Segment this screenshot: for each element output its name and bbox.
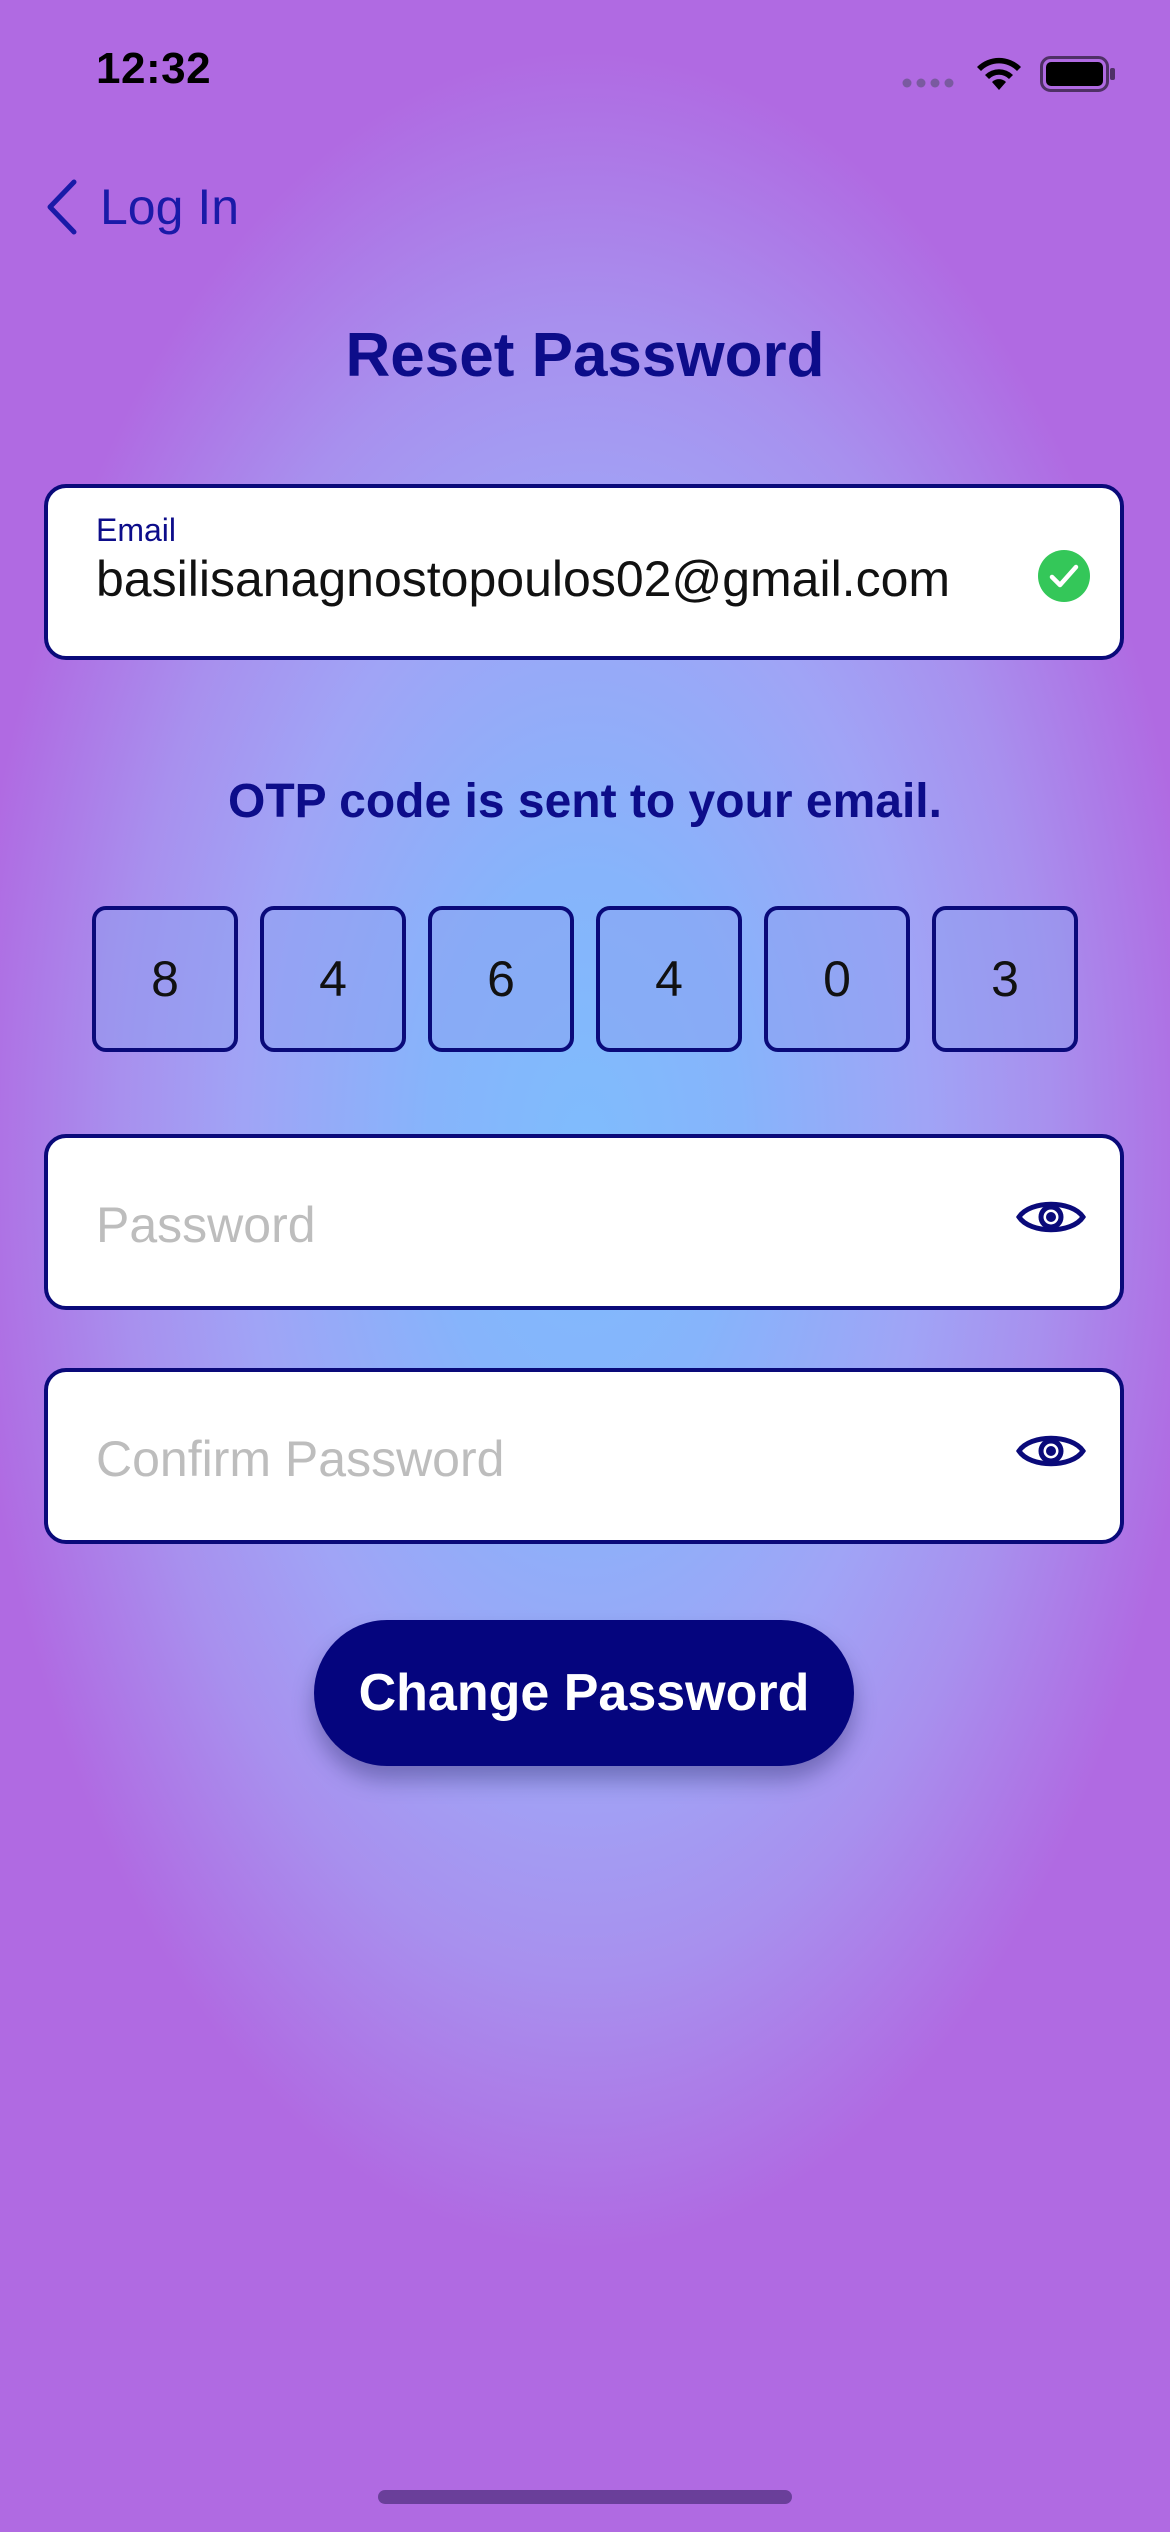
email-field[interactable]: Email basilisanagnostopoulos02@gmail.com xyxy=(44,484,1124,660)
otp-message: OTP code is sent to your email. xyxy=(228,775,942,828)
otp-digit-6[interactable]: 3 xyxy=(932,906,1078,1052)
chevron-left-icon xyxy=(47,179,77,235)
otp-digit-2[interactable]: 4 xyxy=(260,906,406,1052)
email-value[interactable]: basilisanagnostopoulos02@gmail.com xyxy=(96,550,950,608)
page-title: Reset Password xyxy=(345,321,825,390)
home-indicator[interactable] xyxy=(378,2490,792,2504)
back-label: Log In xyxy=(100,179,240,235)
eye-icon[interactable] xyxy=(1016,1428,1086,1474)
confirm-password-placeholder: Confirm Password xyxy=(96,1431,505,1487)
cellular-signal-icon xyxy=(902,78,954,88)
confirm-password-field[interactable]: Confirm Password xyxy=(44,1368,1124,1544)
wifi-icon xyxy=(977,57,1021,90)
check-circle-icon xyxy=(1038,550,1090,602)
email-label: Email xyxy=(96,512,177,548)
otp-digit-5[interactable]: 0 xyxy=(764,906,910,1052)
otp-digit-1[interactable]: 8 xyxy=(92,906,238,1052)
status-time: 12:32 xyxy=(96,44,212,93)
eye-icon[interactable] xyxy=(1016,1194,1086,1240)
otp-digit-3[interactable]: 6 xyxy=(428,906,574,1052)
password-placeholder: Password xyxy=(96,1197,316,1253)
otp-digit-4[interactable]: 4 xyxy=(596,906,742,1052)
change-password-button[interactable]: Change Password xyxy=(314,1620,854,1766)
password-field[interactable]: Password xyxy=(44,1134,1124,1310)
battery-icon xyxy=(1040,56,1115,92)
back-button[interactable]: Log In xyxy=(44,172,239,242)
